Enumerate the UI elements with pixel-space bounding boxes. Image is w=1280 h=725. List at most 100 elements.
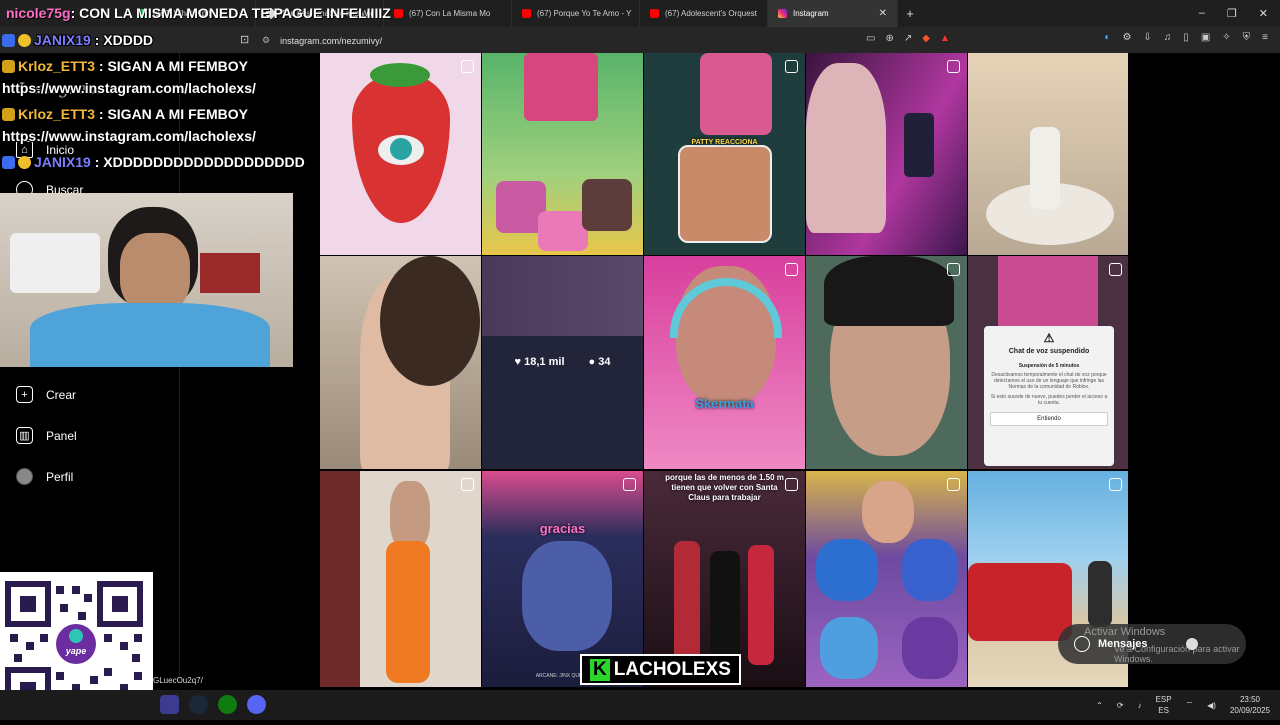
person-art [748, 545, 774, 665]
facecam-art [902, 539, 958, 601]
modal-note: Si esto sucede de nuevo, puedes perder e… [990, 394, 1108, 406]
modal-subtitle: Suspensión de 5 minutos [1018, 363, 1080, 369]
plus-icon: + [16, 386, 33, 403]
close-tab-icon[interactable]: ✕ [879, 8, 887, 19]
character-art [522, 541, 612, 651]
minimize-button[interactable]: – [1199, 7, 1205, 20]
streamer-name: LACHOLEXS [613, 658, 731, 680]
person-art [386, 541, 430, 683]
facecam-art [582, 179, 632, 231]
url-text: instagram.com/nezumivy/ [280, 35, 383, 46]
post-tile[interactable] [320, 256, 481, 469]
hair-art [380, 256, 480, 386]
crown-badge-icon [2, 60, 15, 73]
chat-line: Krloz_ETT3 : SIGAN A MI FEMBOY [2, 58, 248, 74]
tile-caption: Skermata [695, 396, 754, 411]
facecam-art [678, 145, 772, 243]
chat-user: nicole75g [6, 5, 71, 21]
modal-button[interactable]: Entiendo [990, 412, 1108, 426]
bed-art [10, 233, 100, 293]
address-bar: ⊡ ⚙ instagram.com/nezumivy/ ▭ ⊕ ↗ ◆ ▲ ◐ … [0, 27, 1280, 53]
terminal-icon[interactable] [160, 695, 179, 714]
zoom-icon[interactable]: ⊕ [885, 33, 893, 44]
sidebar-item-crear[interactable]: + Crear [16, 386, 76, 403]
post-tile[interactable]: ♥ 18,1 mil ● 34 [482, 256, 643, 469]
tab-youtube-2[interactable]: (67) Porque Yo Te Amo - Y [512, 0, 640, 27]
youtube-icon [394, 9, 403, 18]
wallet-icon[interactable]: ▣ [1201, 32, 1210, 43]
messages-button[interactable]: Activar Windows Ve a Configuración para … [1058, 624, 1246, 664]
discord-icon[interactable] [247, 695, 266, 714]
sidebar-toggle-icon[interactable]: ▯ [1183, 32, 1189, 43]
tab-label: Instagram [793, 9, 829, 18]
post-stats: ♥ 18,1 mil ● 34 [482, 356, 643, 368]
cast-icon[interactable]: ▭ [866, 33, 875, 44]
badge-icon [18, 156, 31, 169]
menu-icon[interactable]: ≡ [1262, 32, 1268, 43]
mic-icon[interactable]: ♪ [1138, 701, 1142, 710]
tab-youtube-3[interactable]: (67) Adolescent's Orquest [640, 0, 768, 27]
tab-instagram[interactable]: Instagram ✕ [768, 0, 898, 27]
post-tile[interactable]: PATTY REACCIONA [644, 53, 805, 255]
maximize-button[interactable]: ❐ [1227, 7, 1237, 20]
post-tile[interactable] [320, 53, 481, 255]
brave-shield-icon[interactable]: ◆ [922, 33, 930, 44]
voice-chat-suspended-modal: ⚠ Chat de voz suspendido Suspensión de 5… [984, 326, 1114, 466]
tab-label: (67) Porque Yo Te Amo - Y [537, 9, 632, 18]
facecam-art [816, 539, 878, 601]
music-icon[interactable]: ♫ [1164, 32, 1172, 43]
reel-icon [1109, 263, 1122, 276]
tab-youtube-1[interactable]: (67) Con La Misma Mo [384, 0, 512, 27]
dashboard-icon: ▥ [16, 427, 33, 444]
brave-rewards-icon[interactable]: ▲ [940, 33, 950, 44]
post-tile[interactable] [320, 471, 481, 687]
close-window-button[interactable]: ✕ [1259, 7, 1268, 20]
vpn-icon[interactable]: ⛨ [1243, 32, 1251, 43]
chat-text: : SIGAN A MI FEMBOY [95, 58, 248, 74]
facecam-art [700, 53, 772, 135]
person-art [1030, 127, 1060, 209]
hair-art [824, 256, 954, 326]
qr-url-text: GLuecOu2q7/ [153, 676, 203, 685]
chat-user: Krloz_ETT3 [18, 106, 96, 122]
tab-label: (67) Con La Misma Mo [409, 9, 491, 18]
share-icon[interactable]: ↗ [904, 33, 912, 44]
network-icon[interactable]: ⟳ [1117, 701, 1124, 710]
tab-label: (67) Adolescent's Orquest [665, 9, 757, 18]
likes-stat: ♥ 18,1 mil [514, 356, 565, 368]
site-info-icon[interactable]: ⚙ [262, 35, 270, 46]
sidebar-item-label: Crear [46, 387, 77, 402]
window-controls: – ❐ ✕ [1199, 7, 1280, 20]
clock[interactable]: 23:50 20/09/2025 [1230, 694, 1270, 716]
sidebar-item-panel[interactable]: ▥ Panel [16, 427, 77, 444]
sidebar-item-label: Perfil [46, 469, 74, 484]
download-icon[interactable]: ⇩ [1143, 32, 1151, 43]
clock-time: 23:50 [1239, 695, 1260, 704]
post-tile[interactable] [482, 53, 643, 255]
taskbar-apps [160, 695, 266, 714]
person-art [1088, 561, 1112, 627]
sidebar-item-perfil[interactable]: Perfil [16, 468, 73, 485]
extension-icon[interactable]: ⚙ [1122, 32, 1131, 43]
xbox-icon[interactable] [218, 695, 237, 714]
bookmark-icon[interactable]: ⊡ [240, 33, 249, 46]
language-indicator[interactable]: ESP ES [1156, 694, 1172, 716]
post-tile[interactable] [806, 53, 967, 255]
volume-icon[interactable]: ◀) [1207, 701, 1216, 710]
chat-line: JANIX19 : XDDDD [2, 32, 153, 48]
post-tile[interactable] [806, 471, 967, 687]
translate-icon[interactable]: ◐ [1104, 32, 1110, 43]
post-tile[interactable] [806, 256, 967, 469]
wifi-icon[interactable]: ⌔ [1186, 700, 1194, 710]
post-tile[interactable] [968, 53, 1129, 255]
person-art [710, 551, 740, 661]
steam-icon[interactable] [189, 695, 208, 714]
new-tab-button[interactable]: + [898, 6, 922, 21]
post-tile[interactable]: ⚠ Chat de voz suspendido Suspensión de 5… [968, 256, 1129, 469]
leo-icon[interactable]: ✧ [1222, 32, 1230, 43]
reel-icon [785, 263, 798, 276]
tile-caption: gracias [539, 521, 586, 536]
post-tile[interactable]: Skermata [644, 256, 805, 469]
chevron-up-icon[interactable]: ⌃ [1096, 701, 1103, 710]
facecam-art [862, 481, 914, 543]
